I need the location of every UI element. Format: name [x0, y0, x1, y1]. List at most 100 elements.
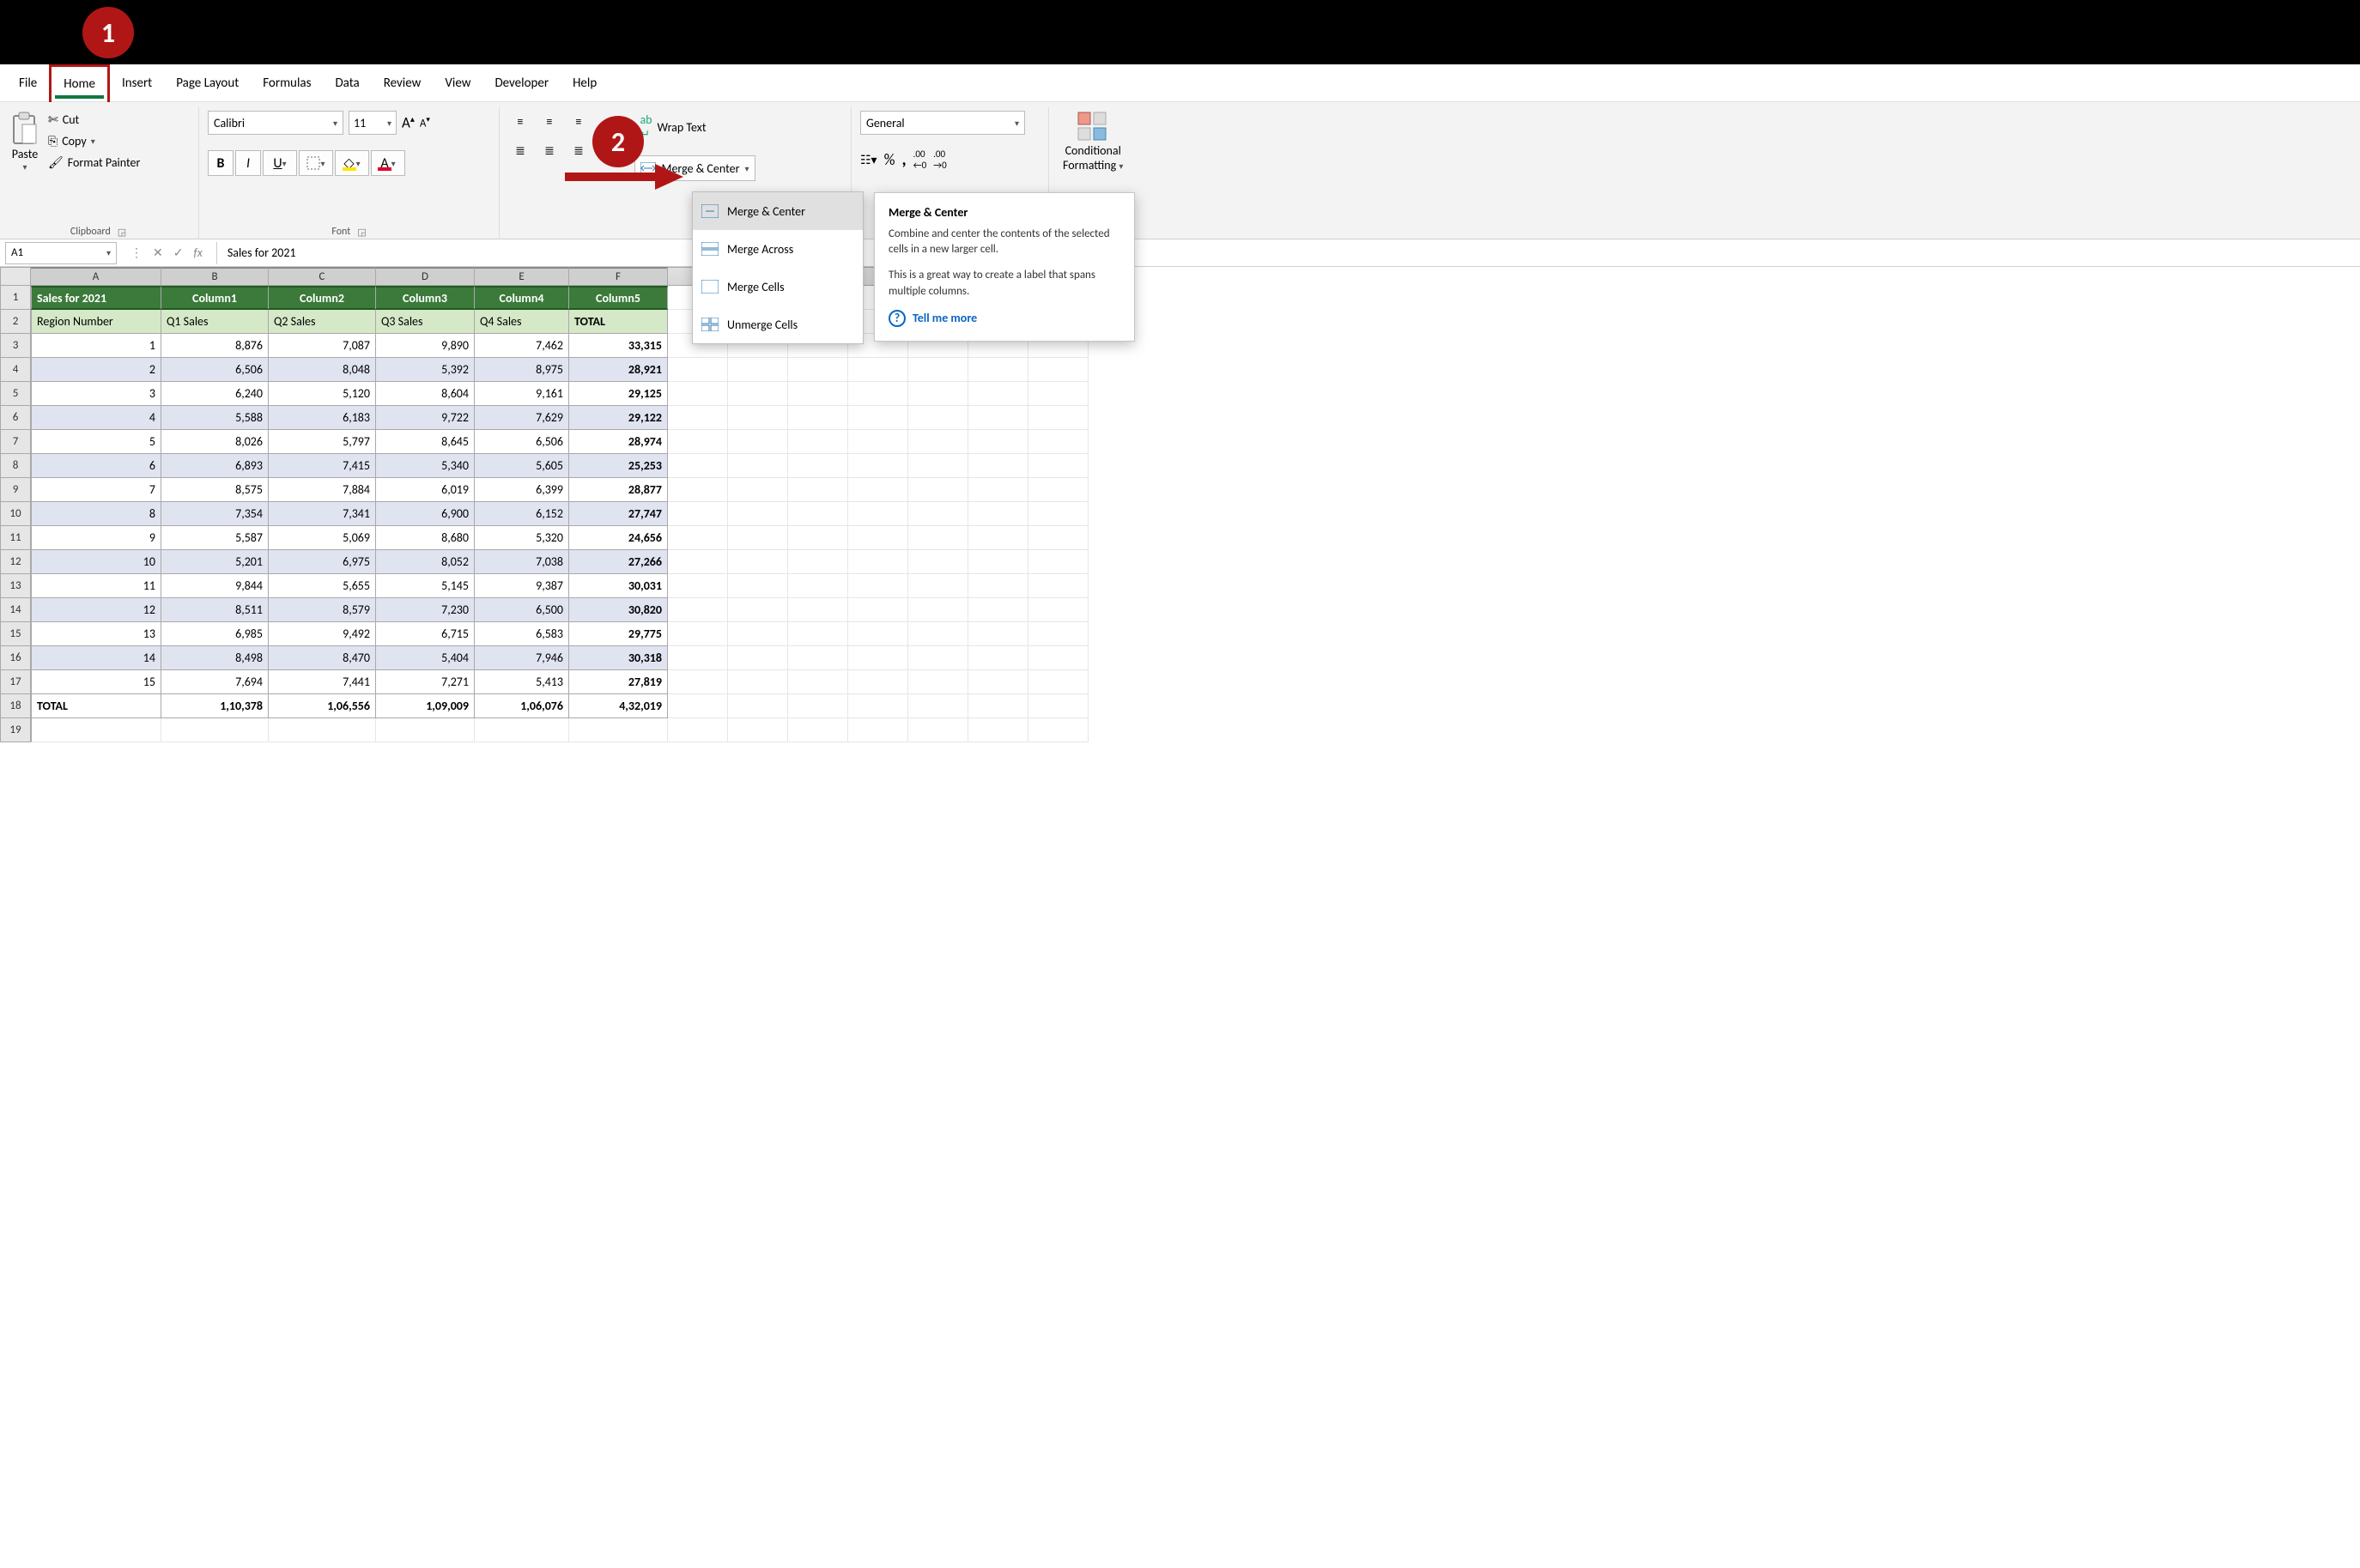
row-header[interactable]: 5 — [0, 382, 31, 406]
cell[interactable]: 29,775 — [569, 622, 668, 646]
tab-formulas[interactable]: Formulas — [251, 64, 323, 102]
cell[interactable]: 6,183 — [269, 406, 376, 430]
cell[interactable]: 8,498 — [161, 646, 269, 670]
cell[interactable] — [728, 478, 788, 502]
cell[interactable] — [1028, 454, 1089, 478]
cancel-formula-icon[interactable]: ✕ — [153, 245, 163, 260]
cell[interactable]: 7,415 — [269, 454, 376, 478]
cell[interactable] — [668, 550, 728, 574]
bold-button[interactable]: B — [208, 150, 234, 176]
copy-button[interactable]: ⎘ Copy ▾ — [48, 134, 140, 148]
cell[interactable]: 6,506 — [161, 358, 269, 382]
cell[interactable] — [475, 718, 569, 742]
italic-button[interactable]: I — [235, 150, 261, 176]
cell[interactable]: 7,230 — [376, 598, 475, 622]
cell[interactable] — [908, 646, 968, 670]
cell[interactable]: 29,125 — [569, 382, 668, 406]
cell[interactable] — [728, 598, 788, 622]
cell[interactable] — [968, 382, 1028, 406]
cell[interactable] — [908, 502, 968, 526]
cell[interactable] — [728, 502, 788, 526]
cell[interactable]: 1,06,076 — [475, 694, 569, 718]
cell[interactable]: 30,031 — [569, 574, 668, 598]
cell[interactable] — [728, 430, 788, 454]
cell[interactable] — [788, 478, 848, 502]
tab-insert[interactable]: Insert — [110, 64, 164, 102]
cell[interactable] — [788, 526, 848, 550]
enter-formula-icon[interactable]: ✓ — [173, 245, 184, 260]
cell[interactable]: Q2 Sales — [269, 310, 376, 334]
cell[interactable]: 2 — [31, 358, 161, 382]
cell[interactable] — [908, 574, 968, 598]
cell[interactable] — [848, 574, 908, 598]
cell[interactable]: 5,413 — [475, 670, 569, 694]
cell[interactable] — [668, 478, 728, 502]
dialog-launcher-icon[interactable]: ◲ — [357, 227, 366, 238]
cell[interactable] — [1028, 358, 1089, 382]
conditional-formatting-button[interactable]: ConditionalFormatting ▾ — [1058, 107, 1128, 173]
cell[interactable]: 27,819 — [569, 670, 668, 694]
row-header[interactable]: 17 — [0, 670, 31, 694]
cell[interactable] — [788, 454, 848, 478]
font-name-select[interactable]: Calibri▾ — [208, 111, 343, 135]
cell[interactable]: 5,120 — [269, 382, 376, 406]
decrease-font-icon[interactable]: A▾ — [420, 115, 430, 130]
cell[interactable]: 9,387 — [475, 574, 569, 598]
cell[interactable]: Q3 Sales — [376, 310, 475, 334]
cell[interactable]: 5,320 — [475, 526, 569, 550]
cell[interactable]: 9,844 — [161, 574, 269, 598]
row-header[interactable]: 2 — [0, 310, 31, 334]
cell[interactable] — [848, 598, 908, 622]
cell[interactable] — [668, 598, 728, 622]
cell[interactable] — [728, 670, 788, 694]
formula-bar[interactable]: Sales for 2021 — [216, 242, 2360, 264]
cell[interactable]: Column5 — [569, 286, 668, 310]
cell[interactable] — [668, 646, 728, 670]
cell[interactable] — [848, 406, 908, 430]
decrease-decimal-button[interactable]: .00→0 — [933, 148, 947, 171]
cell[interactable]: 7,694 — [161, 670, 269, 694]
tab-help[interactable]: Help — [561, 64, 609, 102]
cell[interactable] — [1028, 526, 1089, 550]
cell[interactable]: Sales for 2021 — [31, 286, 161, 310]
cell[interactable]: 8,645 — [376, 430, 475, 454]
name-box[interactable]: A1▾ — [5, 242, 117, 264]
cell[interactable]: 9 — [31, 526, 161, 550]
cell[interactable]: 7,271 — [376, 670, 475, 694]
cell[interactable]: 7,462 — [475, 334, 569, 358]
cell[interactable]: 6,019 — [376, 478, 475, 502]
merge-cells-menuitem[interactable]: Merge Cells — [693, 268, 863, 306]
cell[interactable]: 7 — [31, 478, 161, 502]
cell[interactable] — [161, 718, 269, 742]
cell[interactable]: 8,876 — [161, 334, 269, 358]
cell[interactable] — [908, 694, 968, 718]
cell[interactable] — [848, 718, 908, 742]
cell[interactable] — [376, 718, 475, 742]
accounting-format-button[interactable]: ☷▾ — [860, 153, 877, 167]
cell[interactable] — [1028, 502, 1089, 526]
cell[interactable] — [788, 694, 848, 718]
cell[interactable]: 9,722 — [376, 406, 475, 430]
cell[interactable] — [1028, 646, 1089, 670]
cell[interactable] — [728, 526, 788, 550]
percent-button[interactable]: % — [884, 150, 895, 169]
cell[interactable]: 6,506 — [475, 430, 569, 454]
cell[interactable] — [788, 574, 848, 598]
cell[interactable]: 8,975 — [475, 358, 569, 382]
cell[interactable] — [908, 550, 968, 574]
cell[interactable]: 7,629 — [475, 406, 569, 430]
row-header[interactable]: 10 — [0, 502, 31, 526]
cell[interactable] — [968, 646, 1028, 670]
row-header[interactable]: 19 — [0, 718, 31, 742]
column-header[interactable]: D — [376, 267, 475, 286]
cell[interactable] — [788, 646, 848, 670]
cell[interactable] — [908, 382, 968, 406]
cell[interactable]: Column1 — [161, 286, 269, 310]
cell[interactable] — [848, 454, 908, 478]
cell[interactable]: 5,145 — [376, 574, 475, 598]
cut-button[interactable]: ✄ Cut — [48, 112, 140, 127]
cell[interactable]: 7,441 — [269, 670, 376, 694]
cell[interactable]: 11 — [31, 574, 161, 598]
cell[interactable]: 7,341 — [269, 502, 376, 526]
cell[interactable] — [788, 670, 848, 694]
